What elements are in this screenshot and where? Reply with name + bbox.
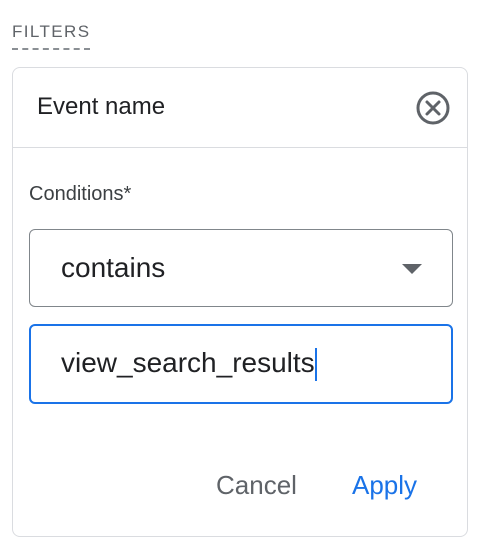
- condition-value-text: view_search_results: [61, 346, 317, 382]
- apply-button[interactable]: Apply: [352, 468, 417, 502]
- conditions-label: Conditions*: [29, 183, 132, 205]
- dropdown-arrow-icon: [402, 264, 422, 274]
- close-circle-icon: [416, 91, 450, 125]
- condition-value-input[interactable]: view_search_results: [29, 324, 453, 404]
- filter-title: Event name: [37, 93, 166, 120]
- remove-filter-button[interactable]: [415, 90, 451, 126]
- filter-card-header: Event name: [13, 68, 467, 148]
- filters-heading: FILTERS: [12, 22, 91, 50]
- condition-operator-select[interactable]: contains: [29, 229, 453, 307]
- text-cursor: [314, 348, 317, 382]
- event-name-filter-card: Event name Conditions* contains view_sea…: [12, 67, 468, 537]
- condition-value: view_search_results: [61, 347, 315, 378]
- condition-operator-value: contains: [61, 252, 166, 283]
- cancel-button[interactable]: Cancel: [216, 468, 297, 502]
